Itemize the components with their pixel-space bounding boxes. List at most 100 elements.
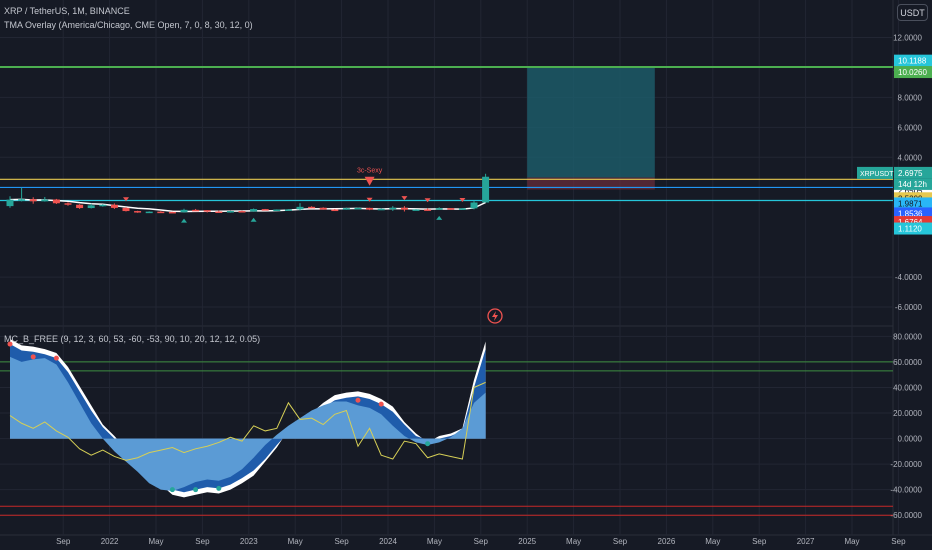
candle-body — [354, 207, 362, 210]
candle-body — [76, 204, 84, 209]
candle-body — [389, 207, 397, 210]
candle-body — [99, 204, 107, 207]
x-tick-label: Sep — [613, 537, 628, 546]
candle-body — [238, 211, 246, 213]
x-tick-label: Sep — [891, 537, 906, 546]
osc-y-tick-label: 20.0000 — [893, 409, 922, 418]
candle-body — [87, 205, 95, 209]
osc-signal-dot — [425, 441, 431, 447]
candle-body — [215, 211, 223, 213]
x-tick-label: May — [844, 537, 859, 546]
candle-body — [145, 211, 153, 214]
candle-body — [52, 199, 60, 204]
osc-signal-dot — [53, 355, 59, 361]
target-zone — [527, 66, 655, 178]
candle-body — [366, 207, 374, 210]
candle-body — [6, 199, 14, 207]
x-tick-label: Sep — [195, 537, 210, 546]
x-tick-label: May — [705, 537, 720, 546]
x-tick-label: May — [427, 537, 442, 546]
osc-y-tick-label: -60.0000 — [890, 511, 922, 520]
candle-body — [122, 207, 130, 212]
candle-body — [29, 199, 37, 202]
candle-body — [319, 207, 327, 210]
candle-body — [261, 209, 269, 211]
x-tick-label: Sep — [56, 537, 71, 546]
candle-body — [273, 209, 281, 212]
y-tick-label: 6.0000 — [898, 123, 923, 132]
sell-marker — [401, 196, 408, 201]
candle-body — [412, 209, 420, 211]
lightning-icon — [492, 311, 498, 321]
candle-body — [424, 209, 432, 211]
signal-annotation: 3c-Sexy — [357, 168, 383, 175]
osc-signal-dot — [193, 487, 199, 493]
y-tick-label: -6.0000 — [895, 303, 923, 312]
x-tick-label: 2022 — [101, 537, 119, 546]
osc-y-tick-label: -40.0000 — [890, 486, 922, 495]
buy-marker — [436, 215, 443, 220]
overlay-indicator-title: TMA Overlay (America/Chicago, CME Open, … — [4, 20, 253, 30]
x-tick-label: 2024 — [379, 537, 397, 546]
candle-body — [134, 211, 142, 213]
buy-marker — [250, 217, 257, 222]
candle-body — [377, 208, 385, 211]
osc-signal-dot — [30, 354, 36, 360]
price-label: 10.0260 — [898, 68, 927, 77]
candle-body — [180, 209, 188, 213]
candle-body — [157, 211, 165, 214]
osc-signal-dot — [216, 485, 222, 491]
candle-body — [250, 209, 258, 212]
y-tick-label: 8.0000 — [898, 93, 923, 102]
candle-body — [192, 209, 200, 212]
osc-y-tick-label: 0.0000 — [898, 435, 923, 444]
candle-body — [284, 209, 292, 211]
y-tick-label: 12.0000 — [893, 33, 922, 42]
osc-y-tick-label: 40.0000 — [893, 383, 922, 392]
price-label: 1.1120 — [898, 225, 922, 234]
osc-signal-dot — [378, 401, 384, 407]
candle-body — [296, 206, 304, 210]
candle-body — [41, 199, 49, 202]
candle-body — [168, 211, 176, 214]
y-tick-label: -4.0000 — [895, 273, 923, 282]
osc-y-tick-label: 60.0000 — [893, 358, 922, 367]
candle-body — [482, 176, 490, 203]
candle-body — [226, 211, 234, 213]
symbol-title: XRP / TetherUS, 1M, BINANCE — [4, 6, 130, 16]
candle-body — [342, 208, 350, 210]
price-label: 1.9871 — [898, 199, 923, 208]
x-tick-label: 2025 — [518, 537, 536, 546]
candle-body — [470, 202, 478, 209]
x-tick-label: 2027 — [797, 537, 815, 546]
chart-canvas[interactable]: Sep 2022 May Sep 2023 May Sep 2024 May Sep 2025 May… — [0, 0, 932, 550]
osc-signal-dot — [169, 487, 175, 493]
candle-body — [203, 210, 211, 212]
y-tick-label: 4.0000 — [898, 153, 923, 162]
price-label: 10.1188 — [898, 57, 927, 66]
candle-body — [458, 208, 466, 210]
candle-body — [331, 209, 339, 212]
osc-y-tick-label: -20.0000 — [890, 460, 922, 469]
candle-body — [400, 207, 408, 210]
osc-y-tick-label: 80.0000 — [893, 332, 922, 341]
currency-button[interactable]: USDT — [897, 4, 928, 21]
osc-signal-dot — [355, 397, 361, 403]
price-label: 2.6975 — [898, 169, 923, 178]
x-tick-label: Sep — [474, 537, 489, 546]
candle-body — [110, 204, 118, 208]
sell-marker-large — [364, 176, 375, 186]
countdown-label: 14d 12h — [898, 180, 927, 189]
oscillator-indicator-title: MC_B_FREE (9, 12, 3, 60, 53, -60, -53, 9… — [4, 334, 261, 344]
x-tick-label: May — [566, 537, 581, 546]
candle-body — [18, 199, 26, 201]
candle-body — [435, 208, 443, 210]
candle-body — [308, 206, 316, 209]
candle-body — [447, 208, 455, 210]
x-tick-label: Sep — [334, 537, 349, 546]
candle-body — [64, 203, 72, 205]
x-tick-label: May — [148, 537, 163, 546]
buy-marker — [181, 218, 187, 223]
x-tick-label: Sep — [752, 537, 767, 546]
x-tick-label: 2023 — [240, 537, 258, 546]
